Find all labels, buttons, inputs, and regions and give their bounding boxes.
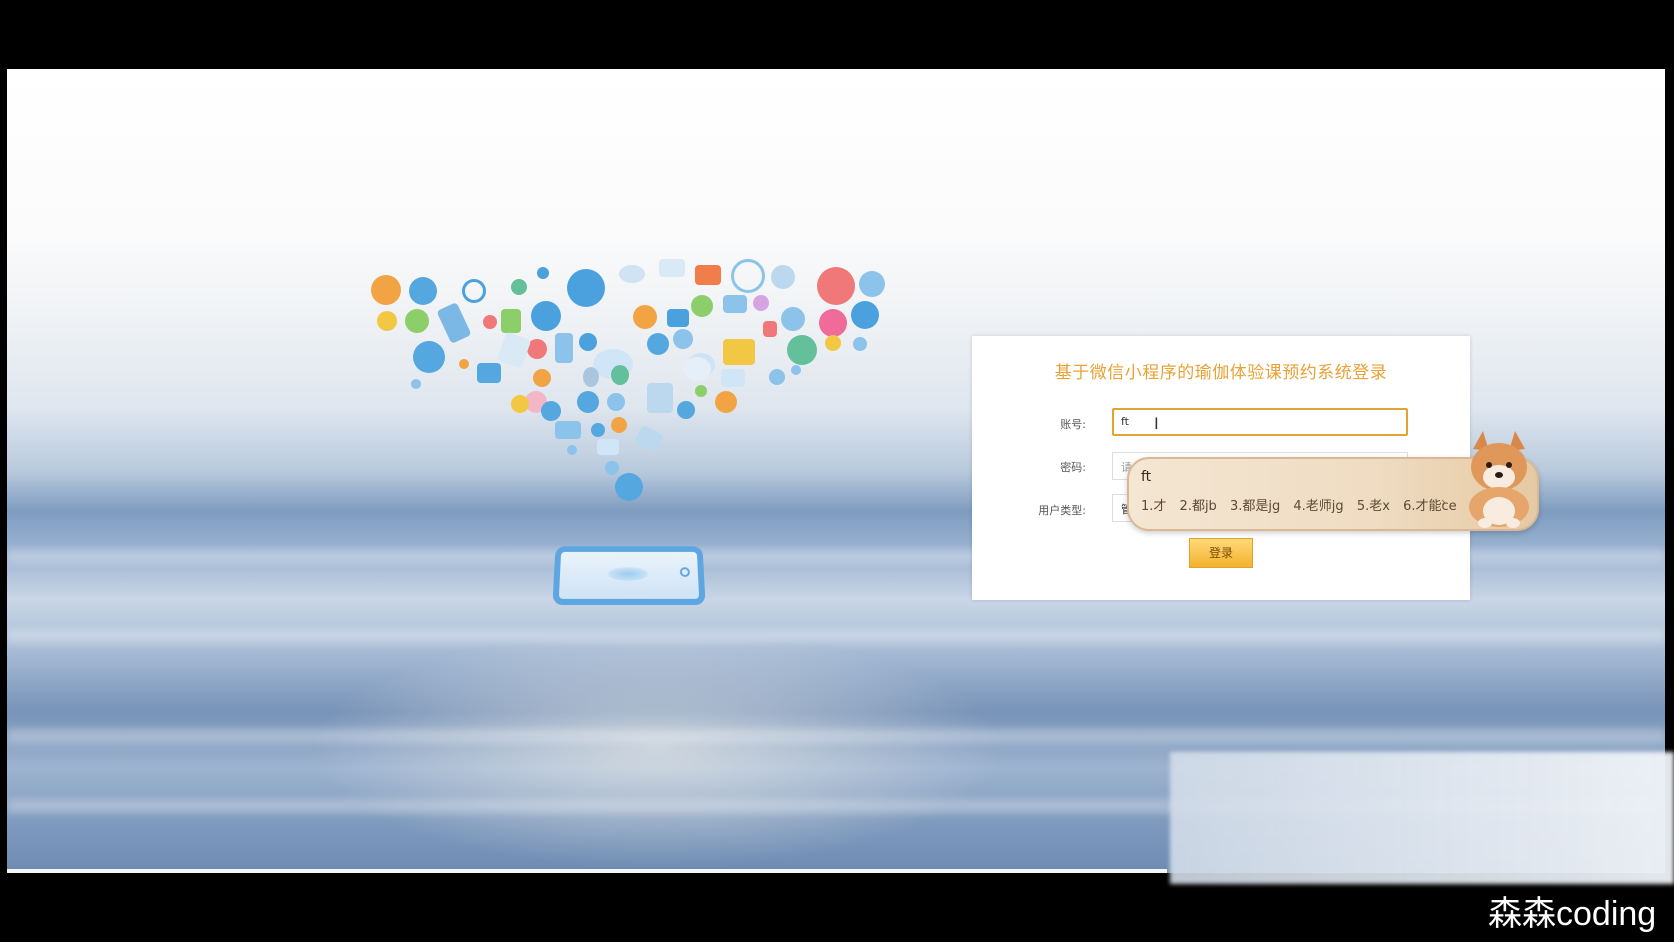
dot-icon <box>591 423 605 437</box>
chat-icon <box>659 259 685 277</box>
gear-icon <box>577 391 599 413</box>
chart-icon <box>501 309 521 333</box>
camera-icon <box>695 265 721 285</box>
user-icon <box>611 365 629 385</box>
mail-small-icon <box>721 369 745 387</box>
monitor-small-icon <box>787 335 817 365</box>
dot-icon <box>791 365 801 375</box>
comment-icon <box>683 357 711 381</box>
tablet-small-icon <box>633 424 665 454</box>
text-cursor-icon: I <box>1154 416 1159 432</box>
password-label: 密码: <box>1060 461 1086 474</box>
star-icon <box>579 333 597 351</box>
ime-candidate[interactable]: 5.老x <box>1357 499 1390 514</box>
podcast-icon <box>851 301 879 329</box>
blurred-overlay <box>1170 752 1674 884</box>
refresh-icon <box>607 393 625 411</box>
tv-icon <box>723 339 755 365</box>
plus-icon <box>647 333 669 355</box>
ime-next-page-icon[interactable]: › <box>1441 495 1446 509</box>
laptop-icon <box>723 295 747 313</box>
tablet-home-button <box>679 567 691 577</box>
phone-icon <box>537 267 549 279</box>
dot-icon <box>853 337 867 351</box>
dot-icon <box>605 461 619 475</box>
rss-icon <box>781 307 805 331</box>
headset-icon <box>691 295 713 317</box>
file-icon <box>647 383 673 413</box>
ime-candidate-list: 1.才 2.都jb 3.都是jg 4.老师jg 5.老x 6.才能ce <box>1141 495 1466 514</box>
clock-icon <box>377 311 397 331</box>
ime-composition: ft <box>1141 469 1152 485</box>
photo-icon <box>477 363 501 383</box>
monitor-icon <box>413 341 445 373</box>
signal-icon <box>511 279 527 295</box>
ime-candidate[interactable]: 3.都是jg <box>1230 499 1280 514</box>
cross-icon <box>677 401 695 419</box>
share-icon <box>405 309 429 333</box>
login-title: 基于微信小程序的瑜伽体验课预约系统登录 <box>1054 363 1388 383</box>
login-button[interactable]: 登录 <box>1189 538 1253 568</box>
mail-icon <box>771 265 795 289</box>
tablet-illustration <box>552 546 706 605</box>
refresh-orange-icon <box>715 391 737 413</box>
ime-candidate-window: ft 1.才 2.都jb 3.都是jg 4.老师jg 5.老x 6.才能ce › <box>1127 431 1539 531</box>
lock-icon <box>817 267 855 305</box>
globe-small-icon <box>531 301 561 331</box>
music-icon <box>371 275 401 305</box>
power-small-icon <box>673 329 693 349</box>
envelope-small-icon <box>555 421 581 439</box>
dot-icon <box>459 359 469 369</box>
star-small-icon <box>611 417 627 433</box>
mic-small-icon <box>695 385 707 397</box>
dot-icon <box>411 379 421 389</box>
smartphone-icon <box>555 333 573 363</box>
envelope-icon <box>859 271 885 297</box>
shiba-dog-skin-icon <box>1469 431 1529 528</box>
dot-icon <box>567 445 577 455</box>
dot-icon <box>769 369 785 385</box>
headphone-small-icon <box>541 401 561 421</box>
globe-icon <box>731 259 765 293</box>
hourglass-small-icon <box>583 367 599 387</box>
target-icon <box>462 279 486 303</box>
computer-icon <box>667 309 689 327</box>
padlock-icon <box>763 321 777 337</box>
channel-watermark: 森森coding <box>1488 895 1657 933</box>
microphone-icon <box>615 473 643 501</box>
ime-candidate[interactable]: 4.老师jg <box>1293 499 1343 514</box>
tablet-screen-glow <box>607 567 649 581</box>
note-icon <box>496 331 532 369</box>
pen-icon <box>753 295 769 311</box>
ime-candidate[interactable]: 6.才能ce <box>1403 499 1457 514</box>
settings-icon <box>533 369 551 387</box>
user-type-label: 用户类型: <box>1038 504 1086 517</box>
wifi-icon <box>619 265 645 283</box>
ime-candidate[interactable]: 2.都jb <box>1180 499 1217 514</box>
document-icon <box>567 269 605 307</box>
headphones-icon <box>409 277 437 305</box>
at-icon <box>483 315 497 329</box>
hourglass-icon <box>633 305 657 329</box>
monitor-tiny-icon <box>597 439 619 455</box>
account-label: 账号: <box>1060 418 1086 431</box>
ime-candidate[interactable]: 1.才 <box>1141 499 1166 514</box>
asterisk-icon <box>819 309 847 337</box>
mobile-icon <box>436 302 472 344</box>
smile-icon <box>511 395 529 413</box>
note-music-icon <box>825 335 841 351</box>
